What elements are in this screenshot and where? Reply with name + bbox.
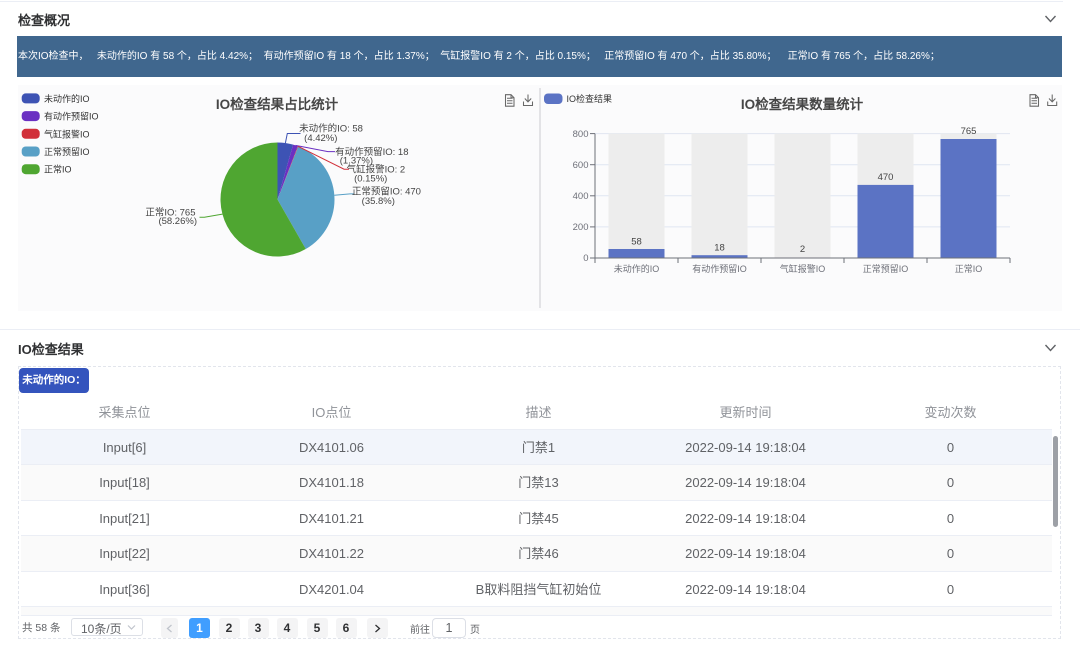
svg-text:0: 0 [583, 253, 588, 264]
svg-text:气缸报警IO: 气缸报警IO [780, 263, 826, 274]
svg-text:200: 200 [573, 222, 589, 233]
svg-text:(4.42%): (4.42%) [304, 133, 337, 144]
svg-text:未动作的IO: 未动作的IO [44, 93, 90, 104]
svg-text:600: 600 [573, 160, 589, 171]
svg-text:(0.15%): (0.15%) [354, 174, 387, 185]
svg-text:未动作的IO: 未动作的IO [614, 263, 660, 274]
svg-text:18: 18 [714, 243, 725, 254]
svg-text:正常IO: 正常IO [44, 164, 72, 175]
svg-text:800: 800 [573, 129, 589, 140]
svg-text:400: 400 [573, 191, 589, 202]
svg-text:正常IO: 正常IO [955, 263, 983, 274]
svg-text:(58.26%): (58.26%) [158, 216, 197, 227]
svg-text:有动作预留IO: 有动作预留IO [44, 111, 99, 122]
svg-text:正常预留IO: 正常预留IO [44, 146, 90, 157]
svg-text:58: 58 [631, 237, 642, 248]
svg-text:2: 2 [800, 244, 805, 255]
svg-text:有动作预留IO: 有动作预留IO [692, 263, 747, 274]
svg-text:470: 470 [878, 172, 894, 183]
svg-text:765: 765 [961, 126, 977, 137]
svg-text:气缸报警IO: 气缸报警IO [44, 128, 90, 139]
svg-text:正常预留IO: 正常预留IO [863, 263, 909, 274]
svg-text:(35.8%): (35.8%) [362, 196, 395, 207]
svg-text:IO检查结果: IO检查结果 [567, 93, 613, 104]
